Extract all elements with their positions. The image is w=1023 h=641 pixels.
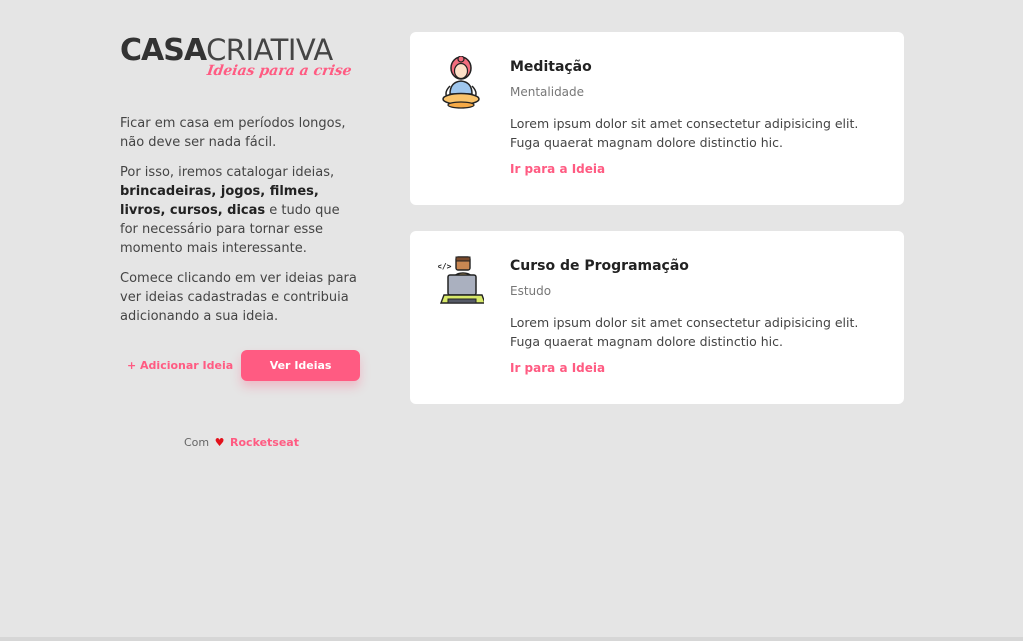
- go-to-idea-link[interactable]: Ir para a Ideia: [510, 162, 605, 176]
- left-column: CASACRIATIVA Ideias para a crise Ficar e…: [120, 34, 360, 381]
- footer-brand-link[interactable]: Rocketseat: [230, 436, 299, 449]
- heart-icon: ♥: [214, 436, 225, 449]
- idea-card: Meditação Mentalidade Lorem ipsum dolor …: [410, 32, 904, 205]
- add-idea-link[interactable]: + Adicionar Ideia: [127, 359, 233, 372]
- card-description: Lorem ipsum dolor sit amet consectetur a…: [510, 116, 859, 150]
- card-category: Estudo: [510, 284, 552, 298]
- actions: + Adicionar Ideia Ver Ideias: [120, 350, 360, 381]
- intro-text: Ficar em casa em períodos longos, não de…: [120, 114, 360, 326]
- logo-tagline: Ideias para a crise: [206, 63, 354, 79]
- card-description: Lorem ipsum dolor sit amet consectetur a…: [510, 315, 859, 349]
- view-ideas-button[interactable]: Ver Ideias: [241, 350, 360, 381]
- meditation-icon: [438, 55, 484, 110]
- card-title: Curso de Programação: [510, 258, 689, 274]
- card-body: Meditação Mentalidade Lorem ipsum dolor …: [510, 58, 890, 177]
- footer-prefix: Com: [184, 436, 210, 449]
- footer: Com ♥ Rocketseat: [184, 436, 299, 449]
- logo: CASACRIATIVA Ideias para a crise: [120, 34, 360, 94]
- go-to-idea-link[interactable]: Ir para a Ideia: [510, 361, 605, 375]
- bottom-edge: [0, 637, 1023, 641]
- logo-thin: CRIATIVA: [206, 33, 333, 67]
- card-body: Curso de Programação Estudo Lorem ipsum …: [510, 257, 890, 376]
- card-title: Meditação: [510, 59, 592, 75]
- intro-paragraph-1: Ficar em casa em períodos longos, não de…: [120, 116, 346, 150]
- svg-text:</>: </>: [438, 262, 452, 271]
- logo-bold: CASA: [120, 33, 207, 68]
- idea-card: </> Curso de Programação Estudo Lorem ip…: [410, 231, 904, 404]
- programmer-icon: </>: [437, 255, 487, 309]
- intro-paragraph-3: Comece clicando em ver ideias para ver i…: [120, 271, 357, 324]
- intro-paragraph-2: Por isso, iremos catalogar ideias, brinc…: [120, 163, 360, 258]
- intro-p2-start: Por isso, iremos catalogar ideias,: [120, 165, 335, 180]
- page: CASACRIATIVA Ideias para a crise Ficar e…: [0, 0, 1023, 641]
- card-category: Mentalidade: [510, 85, 585, 99]
